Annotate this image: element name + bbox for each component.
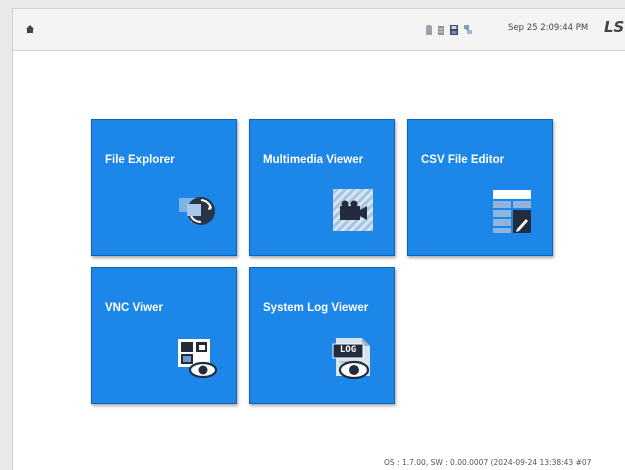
file-explorer-icon <box>179 197 215 225</box>
log-viewer-icon: LOG <box>332 336 376 382</box>
csv-editor-icon <box>493 190 531 233</box>
brand-logo: LS <box>604 18 625 36</box>
version-footer: OS : 1.7.00, SW : 0.00.0007 (2024-09-24 … <box>384 458 592 467</box>
csv-editor-tile[interactable]: CSV File Editor <box>407 119 553 256</box>
status-icons <box>425 22 473 38</box>
vnc-viewer-icon <box>178 339 218 379</box>
tile-label: Multimedia Viewer <box>263 154 364 166</box>
tile-label: CSV File Editor <box>421 154 505 166</box>
hmi-screen: Sep 25 2:09:44 PM LS File Explorer Multi… <box>12 8 625 470</box>
tile-label: File Explorer <box>105 154 175 166</box>
storage-icon <box>425 21 433 40</box>
tile-label: VNC Viwer <box>105 302 163 314</box>
vnc-viewer-tile[interactable]: VNC Viwer <box>91 267 237 404</box>
system-log-viewer-tile[interactable]: System Log Viewer LOG <box>249 267 395 404</box>
network-icon <box>463 21 473 40</box>
save-icon <box>449 21 459 40</box>
multimedia-icon <box>333 189 373 231</box>
log-icon-text: LOG <box>339 345 357 355</box>
clock-text: Sep 25 2:09:44 PM <box>508 23 589 33</box>
multimedia-viewer-tile[interactable]: Multimedia Viewer <box>249 119 395 256</box>
file-explorer-tile[interactable]: File Explorer <box>91 119 237 256</box>
home-icon <box>26 25 34 33</box>
memory-icon <box>437 21 445 40</box>
home-button[interactable] <box>21 20 39 38</box>
top-bar: Sep 25 2:09:44 PM LS <box>13 9 625 51</box>
tile-label: System Log Viewer <box>263 302 369 314</box>
